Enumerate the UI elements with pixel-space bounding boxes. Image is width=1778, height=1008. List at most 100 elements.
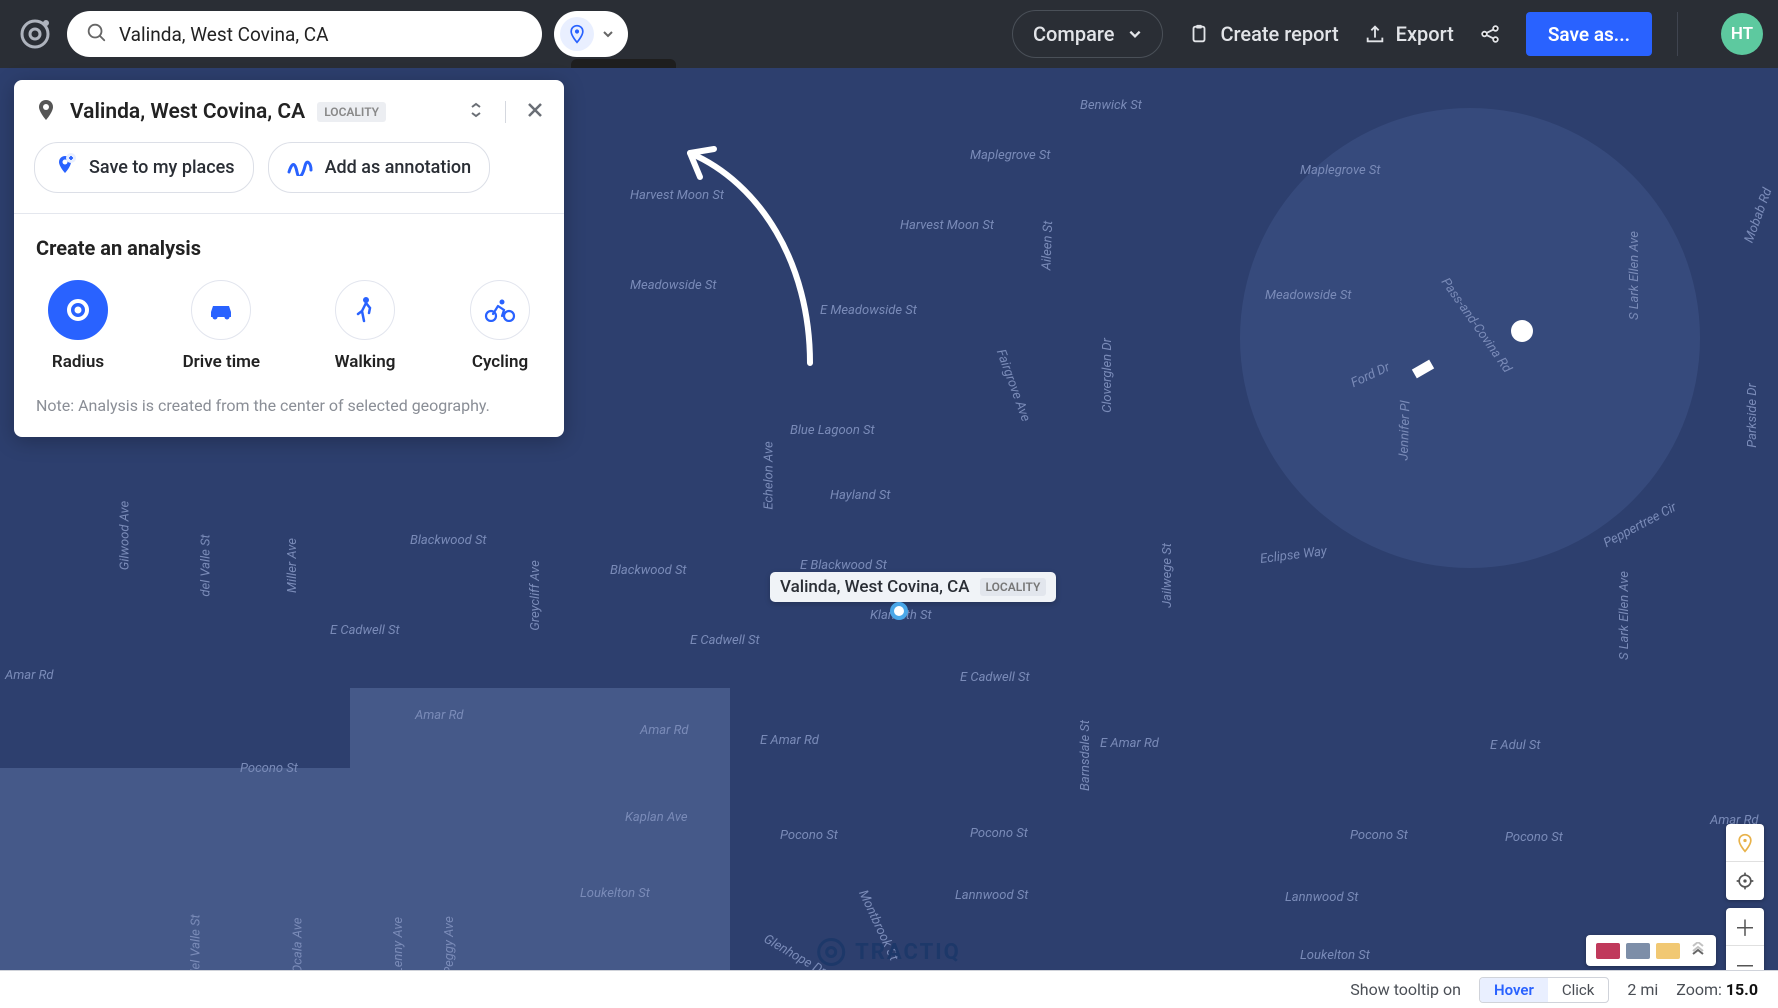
road-label: Meadowside St [1265, 288, 1352, 303]
road-label: Ocala Ave [290, 918, 305, 974]
analysis-label: Radius [52, 352, 104, 372]
selected-location-label[interactable]: Valinda, West Covina, CA LOCALITY [770, 572, 1056, 602]
export-icon [1364, 23, 1386, 45]
analysis-option-radius[interactable]: Radius [48, 280, 108, 372]
search-box [67, 11, 542, 57]
road-label: Barnsdale St [1078, 720, 1093, 791]
header-right: Compare Create report Export Save as... … [1012, 10, 1763, 58]
panel-actions: Save to my places Add as annotation [14, 136, 564, 214]
road-label: Lenny Ave [391, 917, 406, 974]
analysis-label: Cycling [472, 352, 528, 372]
pin-icon [560, 17, 594, 51]
save-to-places-label: Save to my places [89, 157, 235, 178]
road-label: Harvest Moon St [630, 188, 724, 203]
search-input[interactable] [119, 23, 524, 46]
my-location-button[interactable] [1726, 824, 1764, 862]
road-label: Cloverglen Dr [1100, 338, 1115, 413]
scribble-icon [287, 154, 313, 181]
scale-label: 2 mi [1627, 980, 1658, 999]
drop-pin-dropdown[interactable] [554, 11, 628, 57]
tractiq-watermark: TRACTIQ [817, 938, 961, 966]
analysis-option-cycling[interactable]: Cycling [470, 280, 530, 372]
close-icon[interactable] [526, 101, 544, 123]
share-button[interactable] [1479, 23, 1501, 45]
save-as-button[interactable]: Save as... [1526, 12, 1652, 56]
tractiq-logo-icon [817, 938, 845, 966]
export-label: Export [1396, 22, 1454, 46]
analysis-option-walking[interactable]: Walking [335, 280, 396, 372]
road-label: Blackwood St [610, 563, 687, 578]
map-controls: ＋ － [1726, 824, 1764, 984]
tooltip-mode-label: Show tooltip on [1350, 980, 1461, 999]
panel-header: Valinda, West Covina, CA LOCALITY [14, 80, 564, 136]
analysis-title: Create an analysis [36, 236, 542, 260]
app-logo[interactable] [15, 14, 55, 54]
tooltip-click-button[interactable]: Click [1548, 978, 1609, 1002]
save-to-places-button[interactable]: Save to my places [34, 142, 254, 193]
road-label: Mobab Rd [1742, 186, 1776, 245]
search-icon [85, 21, 107, 47]
add-annotation-button[interactable]: Add as annotation [268, 142, 491, 193]
map-point-marker [1511, 320, 1533, 342]
compare-button[interactable]: Compare [1012, 10, 1163, 58]
app-header: Compare Create report Export Save as... … [0, 0, 1778, 68]
save-label: Save as... [1548, 23, 1630, 46]
road-label: Pocono St [240, 761, 298, 776]
avatar-initials: HT [1731, 24, 1753, 44]
road-label: Benwick St [1080, 98, 1142, 113]
pin-icon [34, 98, 58, 126]
analysis-section: Create an analysis Radius Drive time Wal… [14, 214, 564, 396]
export-button[interactable]: Export [1364, 22, 1454, 46]
tooltip-mode-toggle: Hover Click [1479, 977, 1609, 1003]
legend-swatch [1656, 943, 1680, 959]
road-label: Miller Ave [285, 538, 300, 593]
analysis-option-drive[interactable]: Drive time [183, 280, 260, 372]
road-label: Pocono St [1505, 830, 1563, 845]
road-label: E Amar Rd [1100, 736, 1159, 751]
user-avatar[interactable]: HT [1721, 13, 1763, 55]
divider [505, 101, 506, 123]
location-panel: Valinda, West Covina, CA LOCALITY Save t… [14, 80, 564, 437]
walking-icon [335, 280, 395, 340]
compare-label: Compare [1033, 22, 1114, 46]
pin-plus-icon [53, 153, 77, 182]
road-label: Loukelton St [580, 886, 650, 901]
road-label: E Adul St [1490, 738, 1541, 753]
legend-swatch [1596, 943, 1620, 959]
road-label: Harvest Moon St [900, 218, 994, 233]
road-label: Peppertree Cir [1601, 500, 1679, 551]
car-icon [191, 280, 251, 340]
share-icon [1479, 23, 1501, 45]
road-label: Aileen St [1039, 221, 1056, 271]
road-label: E Cadwell St [690, 633, 760, 648]
road-label: Pass-and-Covina Rd [1438, 275, 1515, 375]
analysis-label: Walking [335, 352, 396, 372]
locate-button[interactable] [1726, 862, 1764, 900]
road-label: Jennifer Pl [1396, 400, 1413, 461]
road-label: Fairgrove Ave [993, 347, 1033, 423]
road-label: Echelon Ave [762, 441, 777, 509]
road-label: Hayland St [830, 488, 891, 503]
create-report-button[interactable]: Create report [1188, 22, 1338, 46]
divider [1677, 12, 1678, 56]
analysis-label: Drive time [183, 352, 260, 372]
zoom-in-button[interactable]: ＋ [1726, 908, 1764, 946]
road-label: Lannwood St [1285, 890, 1358, 905]
road-label: E Cadwell St [960, 670, 1030, 685]
road-label: E Meadowside St [820, 303, 917, 318]
chevron-down-icon [1128, 27, 1142, 41]
tooltip-hover-button[interactable]: Hover [1480, 978, 1548, 1002]
cycling-icon [470, 280, 530, 340]
collapse-icon[interactable] [467, 101, 485, 123]
road-label: S Lark Ellen Ave [1627, 231, 1642, 320]
road-label: E Cadwell St [330, 623, 400, 638]
panel-badge: LOCALITY [317, 102, 386, 122]
legend[interactable] [1586, 935, 1716, 966]
legend-swatch [1626, 943, 1650, 959]
road-label: del Valle St [189, 914, 204, 976]
create-report-label: Create report [1220, 22, 1338, 46]
zoom-label: Zoom: 15.0 [1676, 980, 1758, 999]
road-label: Maplegrove St [970, 148, 1051, 163]
road-label: Pocono St [1350, 828, 1408, 843]
road-label: Parkside Dr [1745, 383, 1760, 448]
